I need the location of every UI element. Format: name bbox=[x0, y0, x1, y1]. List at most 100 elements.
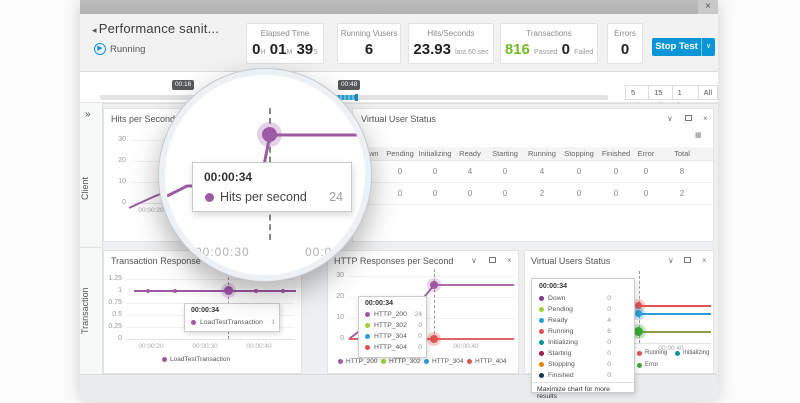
col-starting: Starting bbox=[485, 149, 525, 158]
tooltip-row: LoadTestTransaction 1 bbox=[191, 319, 275, 326]
legend-dot bbox=[467, 359, 472, 364]
time-range-group: 5 min 15 min 1 hour All bbox=[626, 85, 718, 100]
legend-running[interactable]: Running bbox=[637, 350, 667, 356]
http404-hover-point[interactable] bbox=[430, 335, 438, 343]
panel-close-icon[interactable]: × bbox=[703, 114, 708, 123]
vu-status-panel-title: Virtual User Status bbox=[361, 114, 436, 124]
col-total: Total bbox=[662, 149, 702, 158]
tooltip-time: 00:00:34 bbox=[539, 283, 567, 290]
tooltip-row: HTTP_3040 bbox=[365, 333, 422, 340]
trt-xtick: 00:00:30 bbox=[185, 343, 225, 350]
cell: 2 bbox=[522, 189, 562, 198]
cell: 8 bbox=[662, 167, 702, 176]
transactions-label: Transactions bbox=[501, 29, 597, 38]
virtual-users-status-panel: Virtual Users Status ∨ × 00:00:40 Runnin… bbox=[524, 250, 714, 374]
range-button-1hour[interactable]: 1 hour bbox=[672, 85, 699, 100]
trt-ytick: 0.5 bbox=[104, 311, 122, 318]
vus-panel-title: Virtual Users Status bbox=[531, 256, 610, 266]
maximize-icon[interactable] bbox=[684, 257, 691, 263]
panel-close-icon[interactable]: × bbox=[702, 256, 707, 265]
table-row: 0 0 4 0 4 0 0 0 8 bbox=[354, 161, 713, 183]
cell: 0 bbox=[380, 189, 420, 198]
virtual-user-status-panel: Virtual User Status ∨ × ▦ Down Pending I… bbox=[352, 108, 714, 242]
hits-per-second-card: Hits/Seconds 23.93 last 60 sec bbox=[408, 23, 494, 64]
collapse-chevron-icon[interactable]: ∨ bbox=[668, 256, 674, 265]
cell: 0 bbox=[450, 189, 490, 198]
trt-hover-point[interactable] bbox=[224, 286, 233, 295]
vus-running-point[interactable] bbox=[635, 302, 642, 309]
tooltip-row: HTTP_4040 bbox=[365, 344, 422, 351]
trt-ytick: 1.25 bbox=[104, 275, 122, 282]
trt-xtick: 00:00:20 bbox=[131, 343, 171, 350]
lens-hover-point bbox=[262, 127, 277, 142]
maximize-icon[interactable] bbox=[685, 115, 692, 121]
legend-loadtesttransaction[interactable]: LoadTestTransaction bbox=[162, 356, 230, 363]
status-label: Running bbox=[110, 44, 145, 55]
range-button-all[interactable]: All bbox=[698, 85, 718, 100]
lens-xtick: 00:0 bbox=[305, 245, 332, 259]
sidebar-item-client[interactable]: Client bbox=[80, 153, 103, 223]
sidebar-item-transaction[interactable]: Transaction bbox=[80, 271, 103, 351]
header: ◂Performance sanit... ▶ Running Elapsed … bbox=[80, 14, 718, 72]
maximize-hint[interactable]: Maximize chart for more results bbox=[532, 382, 634, 403]
cell: 0 bbox=[415, 189, 455, 198]
legend-dot bbox=[424, 359, 429, 364]
legend-initializing[interactable]: Initializing bbox=[675, 350, 709, 356]
cell: 2 bbox=[662, 189, 702, 198]
elapsed-time-label: Elapsed Time bbox=[247, 29, 323, 38]
tooltip-time: 00:00:34 bbox=[191, 307, 219, 314]
col-error: Error bbox=[626, 149, 666, 158]
legend-http-304[interactable]: HTTP_304 bbox=[424, 358, 463, 365]
x-axis-line bbox=[126, 339, 294, 340]
table-row: 0 0 0 0 2 0 0 0 2 bbox=[354, 183, 713, 205]
vus-error-point[interactable] bbox=[634, 327, 643, 336]
close-icon[interactable]: × bbox=[698, 0, 718, 14]
vus-running-line bbox=[639, 305, 711, 307]
trt-tooltip: 00:00:34 LoadTestTransaction 1 bbox=[184, 303, 280, 332]
grid-options-icon[interactable]: ▦ bbox=[695, 131, 702, 140]
http-tooltip: 00:00:34 HTTP_20024 HTTP_3020 HTTP_3040 … bbox=[358, 296, 427, 358]
stop-test-dropdown-chevron-icon[interactable]: ∨ bbox=[701, 38, 715, 56]
col-initializing: Initializing bbox=[415, 149, 455, 158]
series-dot bbox=[539, 351, 544, 356]
cell: 0 bbox=[380, 167, 420, 176]
transactions-value: 816 Passed 0 Failed bbox=[501, 41, 597, 58]
tooltip-row: Initializing0 bbox=[539, 339, 611, 346]
cell: 0 bbox=[485, 167, 525, 176]
legend-http-200[interactable]: HTTP_200 bbox=[338, 358, 377, 365]
running-vusers-label: Running Vusers bbox=[338, 29, 400, 38]
series-dot bbox=[365, 334, 370, 339]
col-pending: Pending bbox=[380, 149, 420, 158]
vus-error-line bbox=[639, 331, 711, 333]
col-stopping: Stopping bbox=[559, 149, 599, 158]
test-title-label: Performance sanit... bbox=[99, 21, 219, 36]
hits-card-value: 23.93 last 60 sec bbox=[409, 41, 493, 58]
legend-dot bbox=[637, 351, 642, 356]
range-button-15min[interactable]: 15 min bbox=[648, 85, 673, 100]
trt-ytick: 0.25 bbox=[104, 323, 122, 330]
back-icon[interactable]: ◂ bbox=[92, 25, 97, 35]
http200-hover-point[interactable] bbox=[430, 281, 438, 289]
vus-ready-point[interactable] bbox=[635, 310, 642, 317]
tooltip-row: HTTP_3020 bbox=[365, 322, 422, 329]
sidebar-expand-icon[interactable]: » bbox=[85, 109, 91, 120]
test-title[interactable]: ◂Performance sanit... bbox=[92, 21, 219, 36]
errors-card: Errors 0 bbox=[607, 23, 643, 64]
magnifier-lens: 00:00:34 Hits per second 24 00:00:30 00:… bbox=[165, 75, 365, 275]
legend-dot bbox=[338, 359, 343, 364]
trt-ytick: 1 bbox=[104, 287, 122, 294]
legend-http-302[interactable]: HTTP_302 bbox=[381, 358, 420, 365]
range-button-5min[interactable]: 5 min bbox=[625, 85, 649, 100]
series-dot bbox=[539, 307, 544, 312]
stop-test-button[interactable]: Stop Test ∨ bbox=[652, 38, 715, 56]
vus-tooltip: 00:00:34 Down0 Pending0 Ready4 Running6 … bbox=[531, 278, 635, 393]
errors-label: Errors bbox=[608, 29, 642, 38]
tooltip-row: Starting0 bbox=[539, 350, 611, 357]
collapse-chevron-icon[interactable]: ∨ bbox=[667, 114, 673, 123]
app-window: × ◂Performance sanit... ▶ Running Elapse… bbox=[80, 0, 718, 401]
sidebar-divider bbox=[80, 247, 103, 248]
series-dot bbox=[539, 373, 544, 378]
legend-http-404[interactable]: HTTP_404 bbox=[467, 358, 506, 365]
legend-error[interactable]: Error bbox=[637, 362, 658, 368]
window-titlebar: × bbox=[80, 0, 718, 14]
